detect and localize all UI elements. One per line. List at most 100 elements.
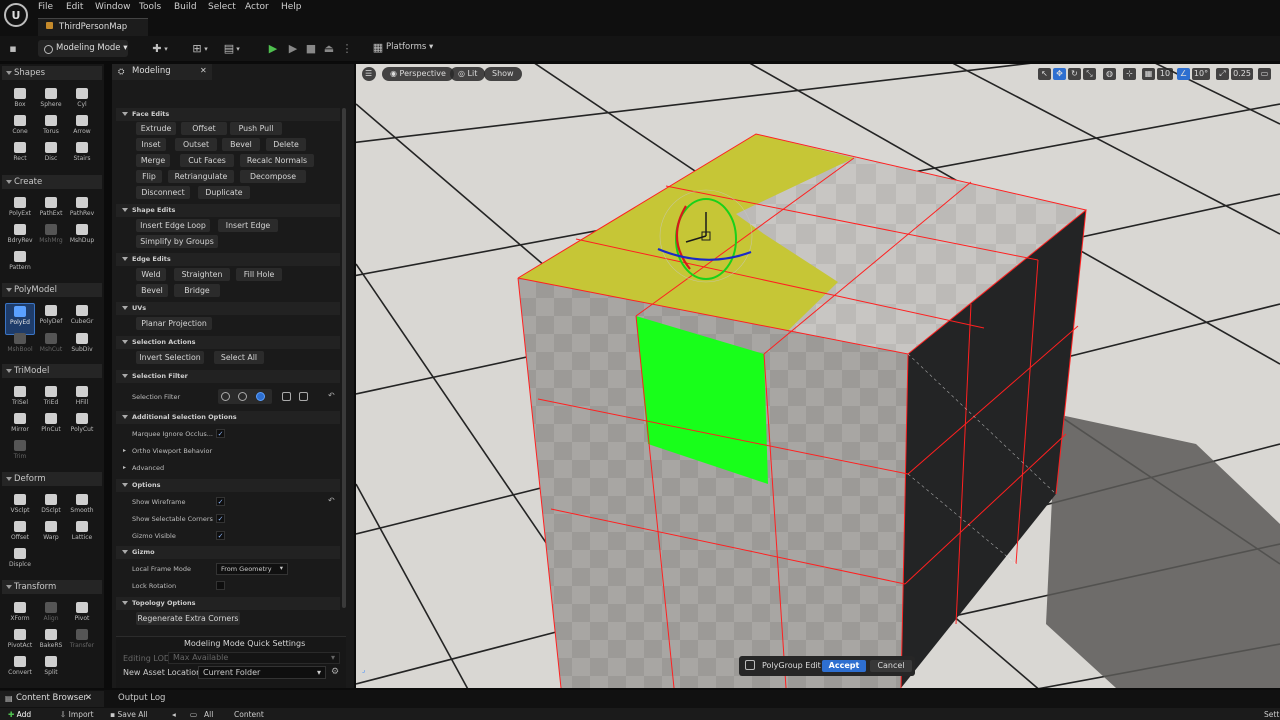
- show-wireframe-checkbox[interactable]: ✓: [216, 497, 225, 506]
- chevron-down-icon[interactable]: ▾: [202, 42, 210, 56]
- grid-snap-icon[interactable]: ▦: [1142, 68, 1155, 80]
- grid-snap-value[interactable]: 10: [1157, 68, 1173, 80]
- group-filter-icon[interactable]: [282, 392, 291, 401]
- show-corners-checkbox[interactable]: ✓: [216, 514, 225, 523]
- level-viewport[interactable]: ⌟ ☰ ◉ Perspective ◎ Lit Show ↖ ✥ ↻ ⤡ ◍ ⊹…: [356, 64, 1280, 688]
- folder-icon[interactable]: ▭: [190, 710, 197, 719]
- gear-icon[interactable]: ⚙: [331, 667, 339, 677]
- bevel-button[interactable]: Bevel: [136, 284, 168, 297]
- bevel-button[interactable]: Bevel: [222, 138, 260, 151]
- viewport-menu-icon[interactable]: ☰: [362, 67, 376, 81]
- tool-section-polymodel[interactable]: PolyModel: [2, 283, 102, 297]
- flip-button[interactable]: Flip: [136, 170, 162, 183]
- delete-button[interactable]: Delete: [266, 138, 306, 151]
- camera-speed-icon[interactable]: ▭: [1258, 68, 1271, 80]
- map-tab[interactable]: ThirdPersonMap: [38, 18, 148, 36]
- select-mode-icon[interactable]: ↖: [1038, 68, 1051, 80]
- offset-button[interactable]: Offset: [181, 122, 227, 135]
- tool-rect[interactable]: Rect: [5, 140, 35, 172]
- tool-mshmrg[interactable]: MshMrg: [36, 222, 66, 254]
- menu-item-window[interactable]: Window: [95, 2, 131, 12]
- menu-item-actor[interactable]: Actor: [245, 2, 269, 12]
- merge-button[interactable]: Merge: [136, 154, 170, 167]
- face-filter-icon[interactable]: [256, 392, 265, 401]
- accept-button[interactable]: Accept: [822, 660, 866, 672]
- angle-snap-value[interactable]: 10°: [1192, 68, 1210, 80]
- retriangulate-button[interactable]: Retriangulate: [168, 170, 234, 183]
- bridge-button[interactable]: Bridge: [174, 284, 220, 297]
- tool-trim[interactable]: Trim: [5, 438, 35, 470]
- close-icon[interactable]: ✕: [85, 693, 92, 703]
- tool-mshdup[interactable]: MshDup: [67, 222, 97, 254]
- reset-icon[interactable]: ↶: [328, 496, 335, 505]
- chevron-down-icon[interactable]: ▾: [162, 42, 170, 56]
- section-shape-edits[interactable]: Shape Edits: [116, 204, 340, 217]
- translate-mode-icon[interactable]: ✥: [1053, 68, 1066, 80]
- scale-snap-value[interactable]: 0.25: [1231, 68, 1253, 80]
- content-browser-tab[interactable]: Content Browser ✕: [0, 691, 104, 707]
- menu-item-file[interactable]: File: [38, 2, 53, 12]
- eject-icon[interactable]: ⏏: [322, 42, 336, 56]
- tool-convert[interactable]: Convert: [5, 654, 35, 686]
- tool-section-create[interactable]: Create: [2, 175, 102, 189]
- section-additional-selection-options[interactable]: Additional Selection Options: [116, 411, 340, 424]
- tool-transfer[interactable]: Transfer: [67, 627, 97, 659]
- mesh-filter-icon[interactable]: [299, 392, 308, 401]
- insert-edge-button[interactable]: Insert Edge: [218, 219, 278, 232]
- advanced-label[interactable]: Advanced: [132, 464, 164, 472]
- add-button[interactable]: ✚ Add: [8, 710, 31, 719]
- regenerate-corners-button[interactable]: Regenerate Extra Corners: [136, 612, 240, 625]
- close-icon[interactable]: ✕: [200, 66, 207, 75]
- menu-item-select[interactable]: Select: [208, 2, 236, 12]
- menu-item-tools[interactable]: Tools: [139, 2, 161, 12]
- tool-polycut[interactable]: PolyCut: [67, 411, 97, 443]
- tool-plncut[interactable]: PlnCut: [36, 411, 66, 443]
- modeling-tab[interactable]: Modeling: [112, 64, 212, 80]
- unreal-logo-icon[interactable]: U: [4, 3, 28, 27]
- play-icon[interactable]: ▶: [266, 42, 280, 56]
- rotate-mode-icon[interactable]: ↻: [1068, 68, 1081, 80]
- tool-section-deform[interactable]: Deform: [2, 472, 102, 486]
- breadcrumb-all[interactable]: All: [204, 710, 213, 719]
- menu-item-help[interactable]: Help: [281, 2, 302, 12]
- edge-filter-icon[interactable]: [238, 392, 247, 401]
- section-edge-edits[interactable]: Edge Edits: [116, 253, 340, 266]
- section-selection-actions[interactable]: Selection Actions: [116, 336, 340, 349]
- gizmo-visible-checkbox[interactable]: ✓: [216, 531, 225, 540]
- tool-warp[interactable]: Warp: [36, 519, 66, 551]
- vertex-filter-icon[interactable]: [221, 392, 230, 401]
- breadcrumb-content[interactable]: Content: [234, 710, 264, 719]
- tool-lattice[interactable]: Lattice: [67, 519, 97, 551]
- lock-rotation-checkbox[interactable]: [216, 581, 225, 590]
- show-button[interactable]: Show: [484, 67, 522, 81]
- scale-snap-icon[interactable]: ⤢: [1216, 68, 1229, 80]
- world-space-icon[interactable]: ◍: [1103, 68, 1116, 80]
- panel-scrollbar[interactable]: [342, 108, 346, 608]
- tool-section-trimodel[interactable]: TriModel: [2, 364, 102, 378]
- extrude-button[interactable]: Extrude: [136, 122, 176, 135]
- section-gizmo[interactable]: Gizmo: [116, 546, 340, 559]
- tool-disc[interactable]: Disc: [36, 140, 66, 172]
- cut-faces-button[interactable]: Cut Faces: [180, 154, 234, 167]
- chevron-right-icon[interactable]: ▸: [123, 464, 126, 471]
- tool-pattern[interactable]: Pattern: [5, 249, 35, 281]
- marquee-ignore-checkbox[interactable]: ✓: [216, 429, 225, 438]
- more-options-icon[interactable]: ⋮: [340, 42, 354, 56]
- scale-mode-icon[interactable]: ⤡: [1083, 68, 1096, 80]
- planar-projection-button[interactable]: Planar Projection: [136, 317, 212, 330]
- tool-mshbool[interactable]: MshBool: [5, 331, 35, 363]
- surface-snap-icon[interactable]: ⊹: [1123, 68, 1136, 80]
- output-log-tab[interactable]: Output Log: [108, 691, 188, 707]
- stop-icon[interactable]: ■: [304, 42, 318, 56]
- ortho-viewport-label[interactable]: Ortho Viewport Behavior: [132, 447, 212, 455]
- import-button[interactable]: ⇩ Import: [60, 710, 94, 719]
- reset-icon[interactable]: ↶: [328, 391, 335, 400]
- tool-stairs[interactable]: Stairs: [67, 140, 97, 172]
- section-options[interactable]: Options: [116, 479, 340, 492]
- weld-button[interactable]: Weld: [136, 268, 166, 281]
- fill-hole-button[interactable]: Fill Hole: [236, 268, 282, 281]
- decompose-button[interactable]: Decompose: [240, 170, 306, 183]
- invert-selection-button[interactable]: Invert Selection: [136, 351, 204, 364]
- chevron-down-icon[interactable]: ▾: [234, 42, 242, 56]
- play-step-icon[interactable]: ▶: [286, 42, 300, 56]
